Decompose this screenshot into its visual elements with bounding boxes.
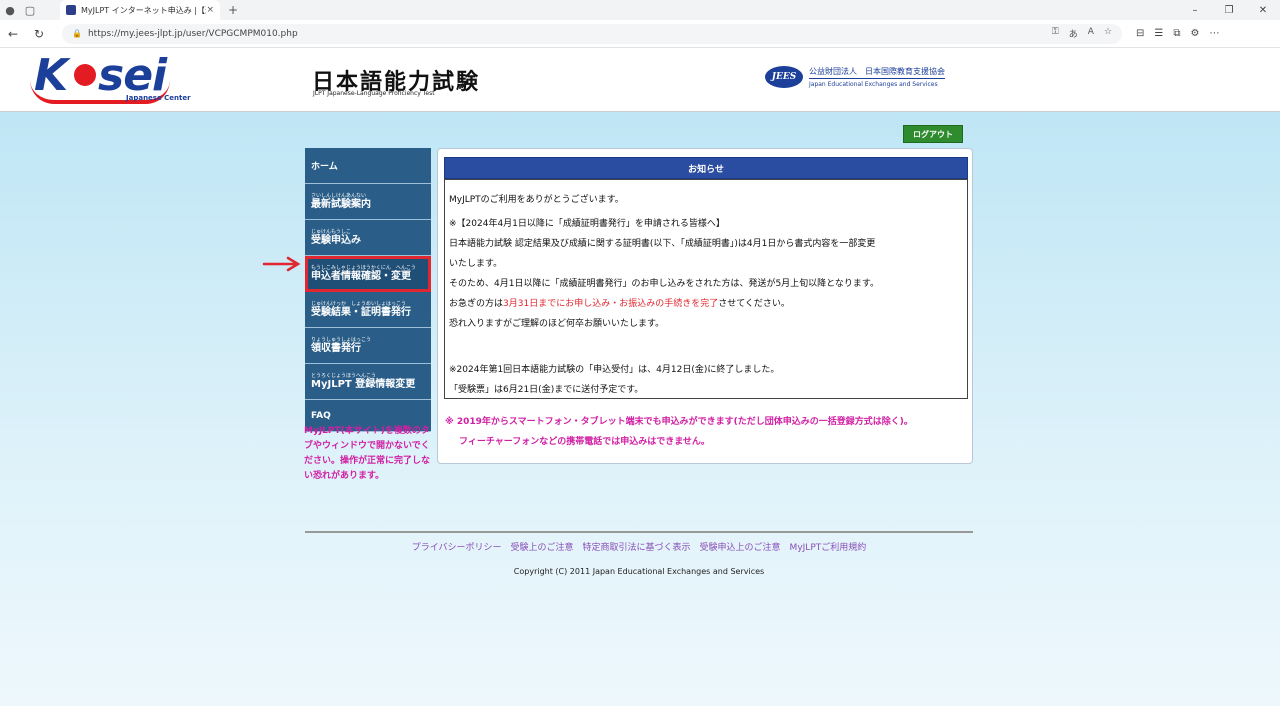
collections-icon[interactable]: ⧉ bbox=[1173, 28, 1180, 39]
notice-text: お急ぎの方は bbox=[449, 299, 504, 309]
site-header: K sei Japanese Center 日本語能力試験 JLPT Japan… bbox=[0, 48, 1280, 112]
copyright-text: Copyright (C) 2011 Japan Educational Exc… bbox=[513, 567, 765, 576]
read-aloud-icon[interactable]: A bbox=[1088, 27, 1094, 40]
close-window-icon[interactable]: ✕ bbox=[1246, 0, 1280, 20]
browser-tab-bar: ● ▢ MyJLPT インターネット申込み |【通 × + – ❐ ✕ bbox=[0, 0, 1280, 20]
jees-logo: JEES 公益財団法人 日本国際教育支援協会 Japan Educational… bbox=[765, 66, 945, 88]
notice-line: 「受験票」は6月21日(金)までに送付予定です。 bbox=[449, 385, 644, 395]
notice-line: お急ぎの方は3月31日までにお申し込み・お振込みの手続きを完了させてください。 bbox=[449, 294, 963, 314]
notice-body: MyJLPTのご利用をありがとうございます。 ※【2024年4月1日以降に「成績… bbox=[444, 179, 968, 399]
device-note-line: ※ 2019年からスマートフォン・タブレット端末でも申込みができます(ただし団体… bbox=[445, 417, 913, 427]
notice-line: そのため、4月1日以降に「成績証明書発行」のお申し込みをされた方は、発送が5月上… bbox=[449, 279, 880, 289]
red-arrow-icon bbox=[262, 256, 301, 272]
footer-divider bbox=[305, 531, 973, 533]
notice-line: ※【2024年4月1日以降に「成績証明書発行」を申請される皆様へ】 bbox=[449, 219, 725, 229]
browser-address-bar: ← ↻ 🔒 https://my.jees-jlpt.jp/user/VCPGC… bbox=[0, 20, 1280, 48]
restore-icon[interactable]: ❐ bbox=[1212, 0, 1246, 20]
lock-icon: 🔒 bbox=[72, 29, 82, 38]
new-tab-button[interactable]: + bbox=[228, 3, 238, 17]
more-menu-icon[interactable]: ⋯ bbox=[1209, 28, 1219, 39]
sidebar-item-label: MyJLPT 登録情報変更 bbox=[311, 378, 416, 390]
jees-name-en: Japan Educational Exchanges and Services bbox=[809, 81, 938, 88]
browser-tab[interactable]: MyJLPT インターネット申込み |【通 × bbox=[60, 0, 220, 20]
notice-text: させてください。 bbox=[718, 299, 790, 309]
sidebar-item-registration[interactable]: とうろくじょうほうへんこう MyJLPT 登録情報変更 bbox=[305, 364, 431, 400]
notice-line: ※2024年第1回日本語能力試験の「申込受付」は、4月12日(金)に終了しました… bbox=[449, 365, 780, 375]
favicon-icon bbox=[66, 5, 76, 15]
back-arrow-icon[interactable]: ← bbox=[0, 21, 26, 47]
footer-links[interactable]: プライバシーポリシー 受験上のご注意 特定商取引法に基づく表示 受験申込上のご注… bbox=[305, 540, 973, 553]
favorite-star-icon[interactable]: ☆ bbox=[1104, 27, 1112, 40]
sidebar-item-label: 最新試験案内 bbox=[311, 198, 371, 210]
logout-button[interactable]: ログアウト bbox=[903, 125, 963, 143]
sidebar-item-label: FAQ bbox=[311, 410, 331, 421]
minimize-icon[interactable]: – bbox=[1178, 0, 1212, 20]
profile-icon[interactable]: ● bbox=[0, 0, 20, 20]
notice-line: MyJLPTのご利用をありがとうございます。 bbox=[449, 195, 624, 205]
reload-icon[interactable]: ↻ bbox=[26, 21, 52, 47]
sidebar-menu: ホーム さいしんしけんあんない 最新試験案内 じゅけんもうしこ 受験申込み もう… bbox=[305, 148, 431, 432]
sidebar-item-label: 受験申込み bbox=[311, 234, 361, 246]
sidebar-item-label: 受験結果・証明書発行 bbox=[311, 306, 411, 318]
kosei-logo-subtitle: Japanese Center bbox=[126, 94, 191, 102]
jees-name-jp: 公益財団法人 日本国際教育支援協会 bbox=[809, 66, 945, 79]
sidebar-item-applicant-info[interactable]: もうしこみしゃじょうほうかくにん へんこう 申込者情報確認・変更 bbox=[305, 256, 431, 292]
notice-line: 日本語能力試験 認定結果及び成績に関する証明書(以下、「成績証明書」)は4月1日… bbox=[449, 239, 876, 249]
split-screen-icon[interactable]: ⊟ bbox=[1136, 28, 1144, 39]
browser-toolbar: ⊟ ☰ ⧉ ⚙ ⋯ bbox=[1136, 28, 1219, 39]
jees-badge: JEES bbox=[765, 66, 803, 88]
jlpt-logo-subtitle: JLPT Japanese-Language Proficiency Test bbox=[313, 90, 435, 97]
translate-icon[interactable]: あ bbox=[1069, 27, 1078, 40]
extensions-icon[interactable]: ⚙ bbox=[1191, 28, 1200, 39]
url-text: https://my.jees-jlpt.jp/user/VCPGCMPM010… bbox=[87, 28, 298, 39]
device-note: ※ 2019年からスマートフォン・タブレット端末でも申込みができます(ただし団体… bbox=[445, 412, 965, 452]
tab-close-icon[interactable]: × bbox=[206, 5, 214, 15]
favorites-icon[interactable]: ☰ bbox=[1154, 28, 1163, 39]
device-note-line: フィーチャーフォンなどの携帯電話では申込みはできません。 bbox=[459, 437, 710, 447]
sidebar-item-apply[interactable]: じゅけんもうしこ 受験申込み bbox=[305, 220, 431, 256]
sidebar-item-latest-info[interactable]: さいしんしけんあんない 最新試験案内 bbox=[305, 184, 431, 220]
sidebar-warning-note: MyJLPT(本サイト)を複数のタブやウィンドウで開かないでください。操作が正常… bbox=[304, 426, 431, 481]
kosei-logo: K sei Japanese Center bbox=[30, 50, 200, 108]
sidebar-item-label: 申込者情報確認・変更 bbox=[311, 270, 411, 282]
url-field[interactable]: 🔒 https://my.jees-jlpt.jp/user/VCPGCMPM0… bbox=[62, 23, 1122, 44]
notice-deadline-text: 3月31日までにお申し込み・お振込みの手続きを完了 bbox=[503, 299, 719, 309]
notice-line: 恐れ入りますがご理解のほど何卒お願いいたします。 bbox=[449, 319, 665, 329]
sidebar-item-results[interactable]: じゅけんけっか しょうめいしょはっこう 受験結果・証明書発行 bbox=[305, 292, 431, 328]
notice-title: お知らせ bbox=[444, 157, 968, 179]
sidebar-item-receipt[interactable]: りょうしゅうしょはっこう 領収書発行 bbox=[305, 328, 431, 364]
sidebar-item-label: ホーム bbox=[311, 162, 338, 172]
notice-line: いたします。 bbox=[449, 259, 503, 269]
tab-actions-icon[interactable]: ▢ bbox=[20, 0, 40, 20]
key-icon[interactable]: ⚿ bbox=[1052, 27, 1059, 40]
tab-title: MyJLPT インターネット申込み |【通 bbox=[81, 5, 207, 15]
sidebar-item-label: 領収書発行 bbox=[311, 342, 361, 354]
sidebar-item-home[interactable]: ホーム bbox=[305, 148, 431, 184]
window-controls: – ❐ ✕ bbox=[1178, 0, 1280, 20]
